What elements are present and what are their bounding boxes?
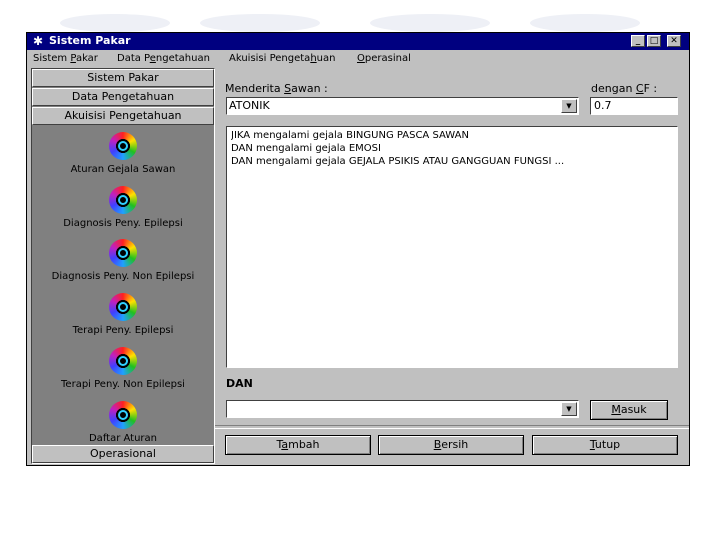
list-item: JIKA mengalami gejala BINGUNG PASCA SAWA… xyxy=(231,130,469,141)
bersih-button[interactable]: Bersih xyxy=(378,435,524,455)
ring-icon[interactable] xyxy=(109,132,137,160)
menu-akuisisi-pengetahuan[interactable]: Akuisisi Pengetahuan xyxy=(229,52,335,66)
sidebar-item-label: Terapi Peny. Epilepsi xyxy=(72,325,174,336)
penderita-select[interactable]: ATONIK ▼ xyxy=(226,97,579,115)
sidebar-item-label: Daftar Aturan xyxy=(88,433,157,444)
star-icon[interactable]: ✱ xyxy=(31,34,45,48)
sidebar-item-diagnosis-epilepsi[interactable]: Diagnosis Peny. Epilepsi xyxy=(32,184,214,229)
rules-list[interactable]: JIKA mengalami gejala BINGUNG PASCA SAWA… xyxy=(226,126,678,368)
cf-input[interactable]: 0.7 xyxy=(590,97,678,115)
ring-icon[interactable] xyxy=(109,347,137,375)
ring-icon[interactable] xyxy=(109,293,137,321)
sidebar-header-akuisisi-pengetahuan[interactable]: Akuisisi Pengetahuan xyxy=(32,107,214,125)
tutup-button[interactable]: Tutup xyxy=(532,435,678,455)
sidebar-item-label: Terapi Peny. Non Epilepsi xyxy=(61,379,185,390)
close-button[interactable]: ✕ xyxy=(667,35,681,47)
cf-label: dengan CF : xyxy=(591,82,658,95)
app-window: ✱ Sistem Pakar _ □ ✕ Sistem Pakar Data P… xyxy=(26,32,690,466)
sidebar-header-data-pengetahuan[interactable]: Data Pengetahuan xyxy=(32,88,214,106)
sidebar-item-label: Aturan Gejala Sawan xyxy=(70,164,176,175)
menu-operasinal[interactable]: Operasinal xyxy=(357,52,411,66)
decor-ellipse xyxy=(200,14,320,32)
ring-icon[interactable] xyxy=(109,239,137,267)
masuk-button[interactable]: Masuk xyxy=(590,400,668,420)
sidebar-item-diagnosis-non-epilepsi[interactable]: Diagnosis Peny. Non Epilepsi xyxy=(32,237,214,282)
tambah-button[interactable]: Tambah xyxy=(225,435,371,455)
menu-sistem-pakar[interactable]: Sistem Pakar xyxy=(33,52,98,66)
dan-select[interactable]: ▼ xyxy=(226,400,579,418)
sidebar-item-terapi-epilepsi[interactable]: Terapi Peny. Epilepsi xyxy=(32,291,214,336)
ring-icon[interactable] xyxy=(109,186,137,214)
menu-data-pengetahuan[interactable]: Data Pengetahuan xyxy=(117,52,210,66)
list-item: DAN mengalami gejala EMOSI xyxy=(231,143,381,154)
penderita-value: ATONIK xyxy=(229,99,270,112)
decor-ellipse xyxy=(530,14,640,32)
sidebar-item-label: Diagnosis Peny. Non Epilepsi xyxy=(51,271,195,282)
maximize-button[interactable]: □ xyxy=(647,35,661,47)
arrow-down-icon[interactable]: ▼ xyxy=(561,402,577,416)
sidebar-item-daftar-aturan[interactable]: Daftar Aturan xyxy=(32,399,214,444)
menu-bar: Sistem Pakar Data Pengetahuan Akuisisi P… xyxy=(27,50,689,67)
minimize-button[interactable]: _ xyxy=(631,35,645,47)
sidebar-footer-operasional[interactable]: Operasional xyxy=(32,445,214,463)
ring-icon[interactable] xyxy=(109,401,137,429)
sidebar-item-aturan-gejala-sawan[interactable]: Aturan Gejala Sawan xyxy=(32,130,214,175)
decor-ellipse xyxy=(370,14,490,32)
dan-label: DAN xyxy=(226,377,253,390)
sidebar-item-terapi-non-epilepsi[interactable]: Terapi Peny. Non Epilepsi xyxy=(32,345,214,390)
window-title: Sistem Pakar xyxy=(49,34,131,47)
decor-ellipse xyxy=(60,14,170,32)
divider xyxy=(215,425,689,429)
arrow-down-icon[interactable]: ▼ xyxy=(561,99,577,113)
sidebar: Sistem Pakar Data Pengetahuan Akuisisi P… xyxy=(31,68,215,464)
list-item: DAN mengalami gejala GEJALA PSIKIS ATAU … xyxy=(231,156,565,167)
penderita-label: Menderita Sawan : xyxy=(225,82,328,95)
sidebar-item-label: Diagnosis Peny. Epilepsi xyxy=(63,218,183,229)
title-bar[interactable]: ✱ Sistem Pakar _ □ ✕ xyxy=(27,33,689,50)
sidebar-header-sistem-pakar[interactable]: Sistem Pakar xyxy=(32,69,214,87)
